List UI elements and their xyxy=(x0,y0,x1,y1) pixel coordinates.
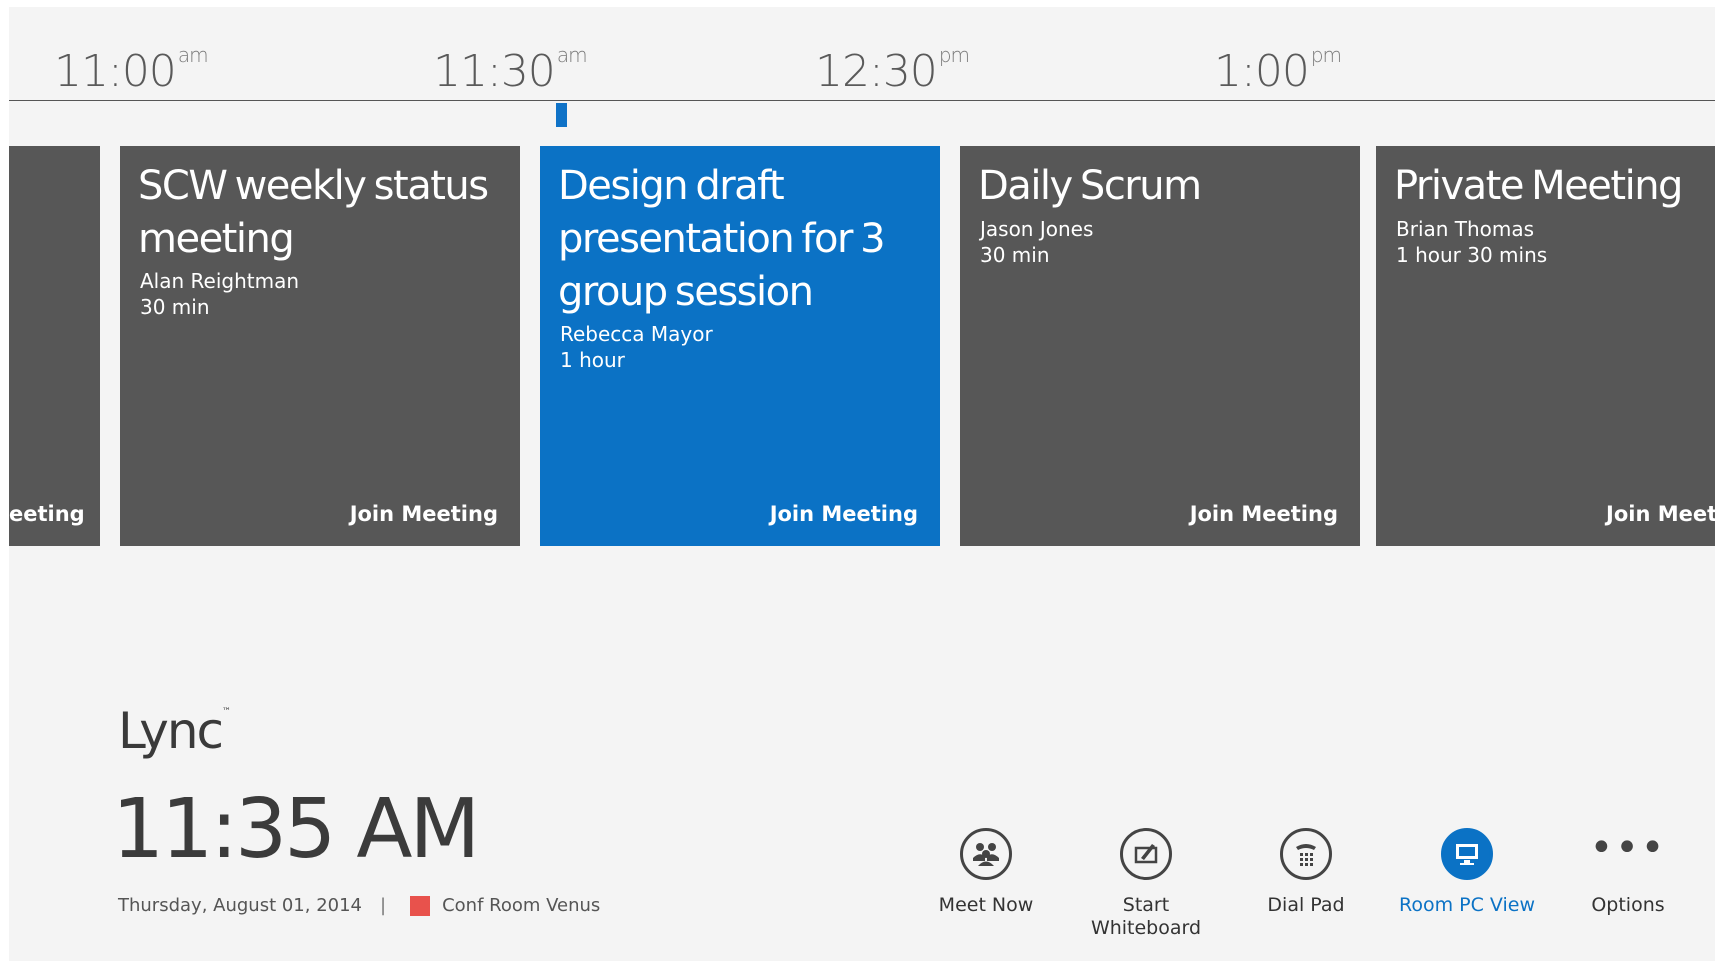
time-label-1230: 12:30 pm xyxy=(815,43,970,97)
room-pc-view-button[interactable]: Room PC View xyxy=(1397,828,1537,917)
meeting-title: SCW weekly status meeting xyxy=(138,163,489,262)
room-name: Conf Room Venus xyxy=(442,895,601,916)
room-status-icon xyxy=(410,895,431,916)
meeting-tile-scw-weekly[interactable]: SCW weekly status meeting Alan Reightman… xyxy=(120,146,520,546)
action-label: Meet Now xyxy=(938,894,1034,916)
join-meeting-button[interactable]: Join Meeting xyxy=(1190,502,1338,526)
start-whiteboard-button[interactable]: Start Whiteboard xyxy=(1076,828,1216,940)
join-meeting-button[interactable]: eeting xyxy=(9,502,85,526)
join-meeting-button[interactable]: Join Meetin xyxy=(1606,502,1715,526)
people-icon xyxy=(960,828,1012,880)
separator: | xyxy=(380,895,387,916)
meeting-duration: 30 min xyxy=(140,295,210,319)
meeting-details: Jason Jones 30 min xyxy=(980,216,1093,268)
join-meeting-button[interactable]: Join Meeting xyxy=(770,502,918,526)
meeting-details: Alan Reightman 30 min xyxy=(140,268,299,320)
date-room-row: Thursday, August 01, 2014 | Conf Room Ve… xyxy=(118,895,600,916)
monitor-icon xyxy=(1441,828,1493,880)
meeting-organizer: Rebecca Mayor xyxy=(560,322,713,346)
action-label: Start Whiteboard xyxy=(1090,894,1202,939)
meeting-organizer: Alan Reightman xyxy=(140,269,300,293)
join-meeting-button[interactable]: Join Meeting xyxy=(350,502,498,526)
meeting-tile-daily-scrum[interactable]: Daily Scrum Jason Jones 30 min Join Meet… xyxy=(960,146,1360,546)
meeting-tile-design-draft[interactable]: Design draft presentation for 3 group se… xyxy=(540,146,940,546)
meeting-organizer: Brian Thomas xyxy=(1396,217,1535,241)
meeting-title: Design draft presentation for 3 group se… xyxy=(558,163,886,315)
meet-now-button[interactable]: Meet Now xyxy=(916,828,1056,917)
meeting-organizer: Jason Jones xyxy=(980,217,1094,241)
lync-room-app: 11:00 am 11:30 am 12:30 pm 1:00 pm eeting SC… xyxy=(9,7,1715,961)
meeting-details: Rebecca Mayor 1 hour xyxy=(560,321,713,373)
meeting-tile-partial-left[interactable]: eeting xyxy=(9,146,100,546)
more-icon: ••• xyxy=(1589,825,1667,871)
meeting-tile-private-meeting[interactable]: Private Meeting Brian Thomas 1 hour 30 m… xyxy=(1376,146,1715,546)
dialpad-icon xyxy=(1280,828,1332,880)
meeting-duration: 30 min xyxy=(980,243,1050,267)
whiteboard-icon xyxy=(1120,828,1172,880)
dial-pad-button[interactable]: Dial Pad xyxy=(1236,828,1376,917)
current-time-marker xyxy=(556,103,567,127)
current-time: 11:35 AM xyxy=(112,782,480,877)
action-label: Dial Pad xyxy=(1267,894,1345,916)
time-label-100: 1:00 pm xyxy=(1214,43,1342,97)
time-label-1100: 11:00 am xyxy=(54,43,209,97)
options-button[interactable]: ••• Options xyxy=(1558,828,1698,917)
action-label: Options xyxy=(1591,894,1665,916)
action-label: Room PC View xyxy=(1399,894,1535,916)
meeting-title: Daily Scrum xyxy=(978,163,1202,209)
meeting-duration: 1 hour xyxy=(560,348,625,372)
time-label-1130: 11:30 am xyxy=(433,43,588,97)
meeting-title: Private Meeting xyxy=(1394,163,1683,209)
timeline-axis xyxy=(9,100,1715,101)
lync-logo: Lync™ xyxy=(118,702,232,760)
meeting-details: Brian Thomas 1 hour 30 mins xyxy=(1396,216,1547,268)
current-date: Thursday, August 01, 2014 xyxy=(118,895,363,916)
meeting-duration: 1 hour 30 mins xyxy=(1396,243,1548,267)
